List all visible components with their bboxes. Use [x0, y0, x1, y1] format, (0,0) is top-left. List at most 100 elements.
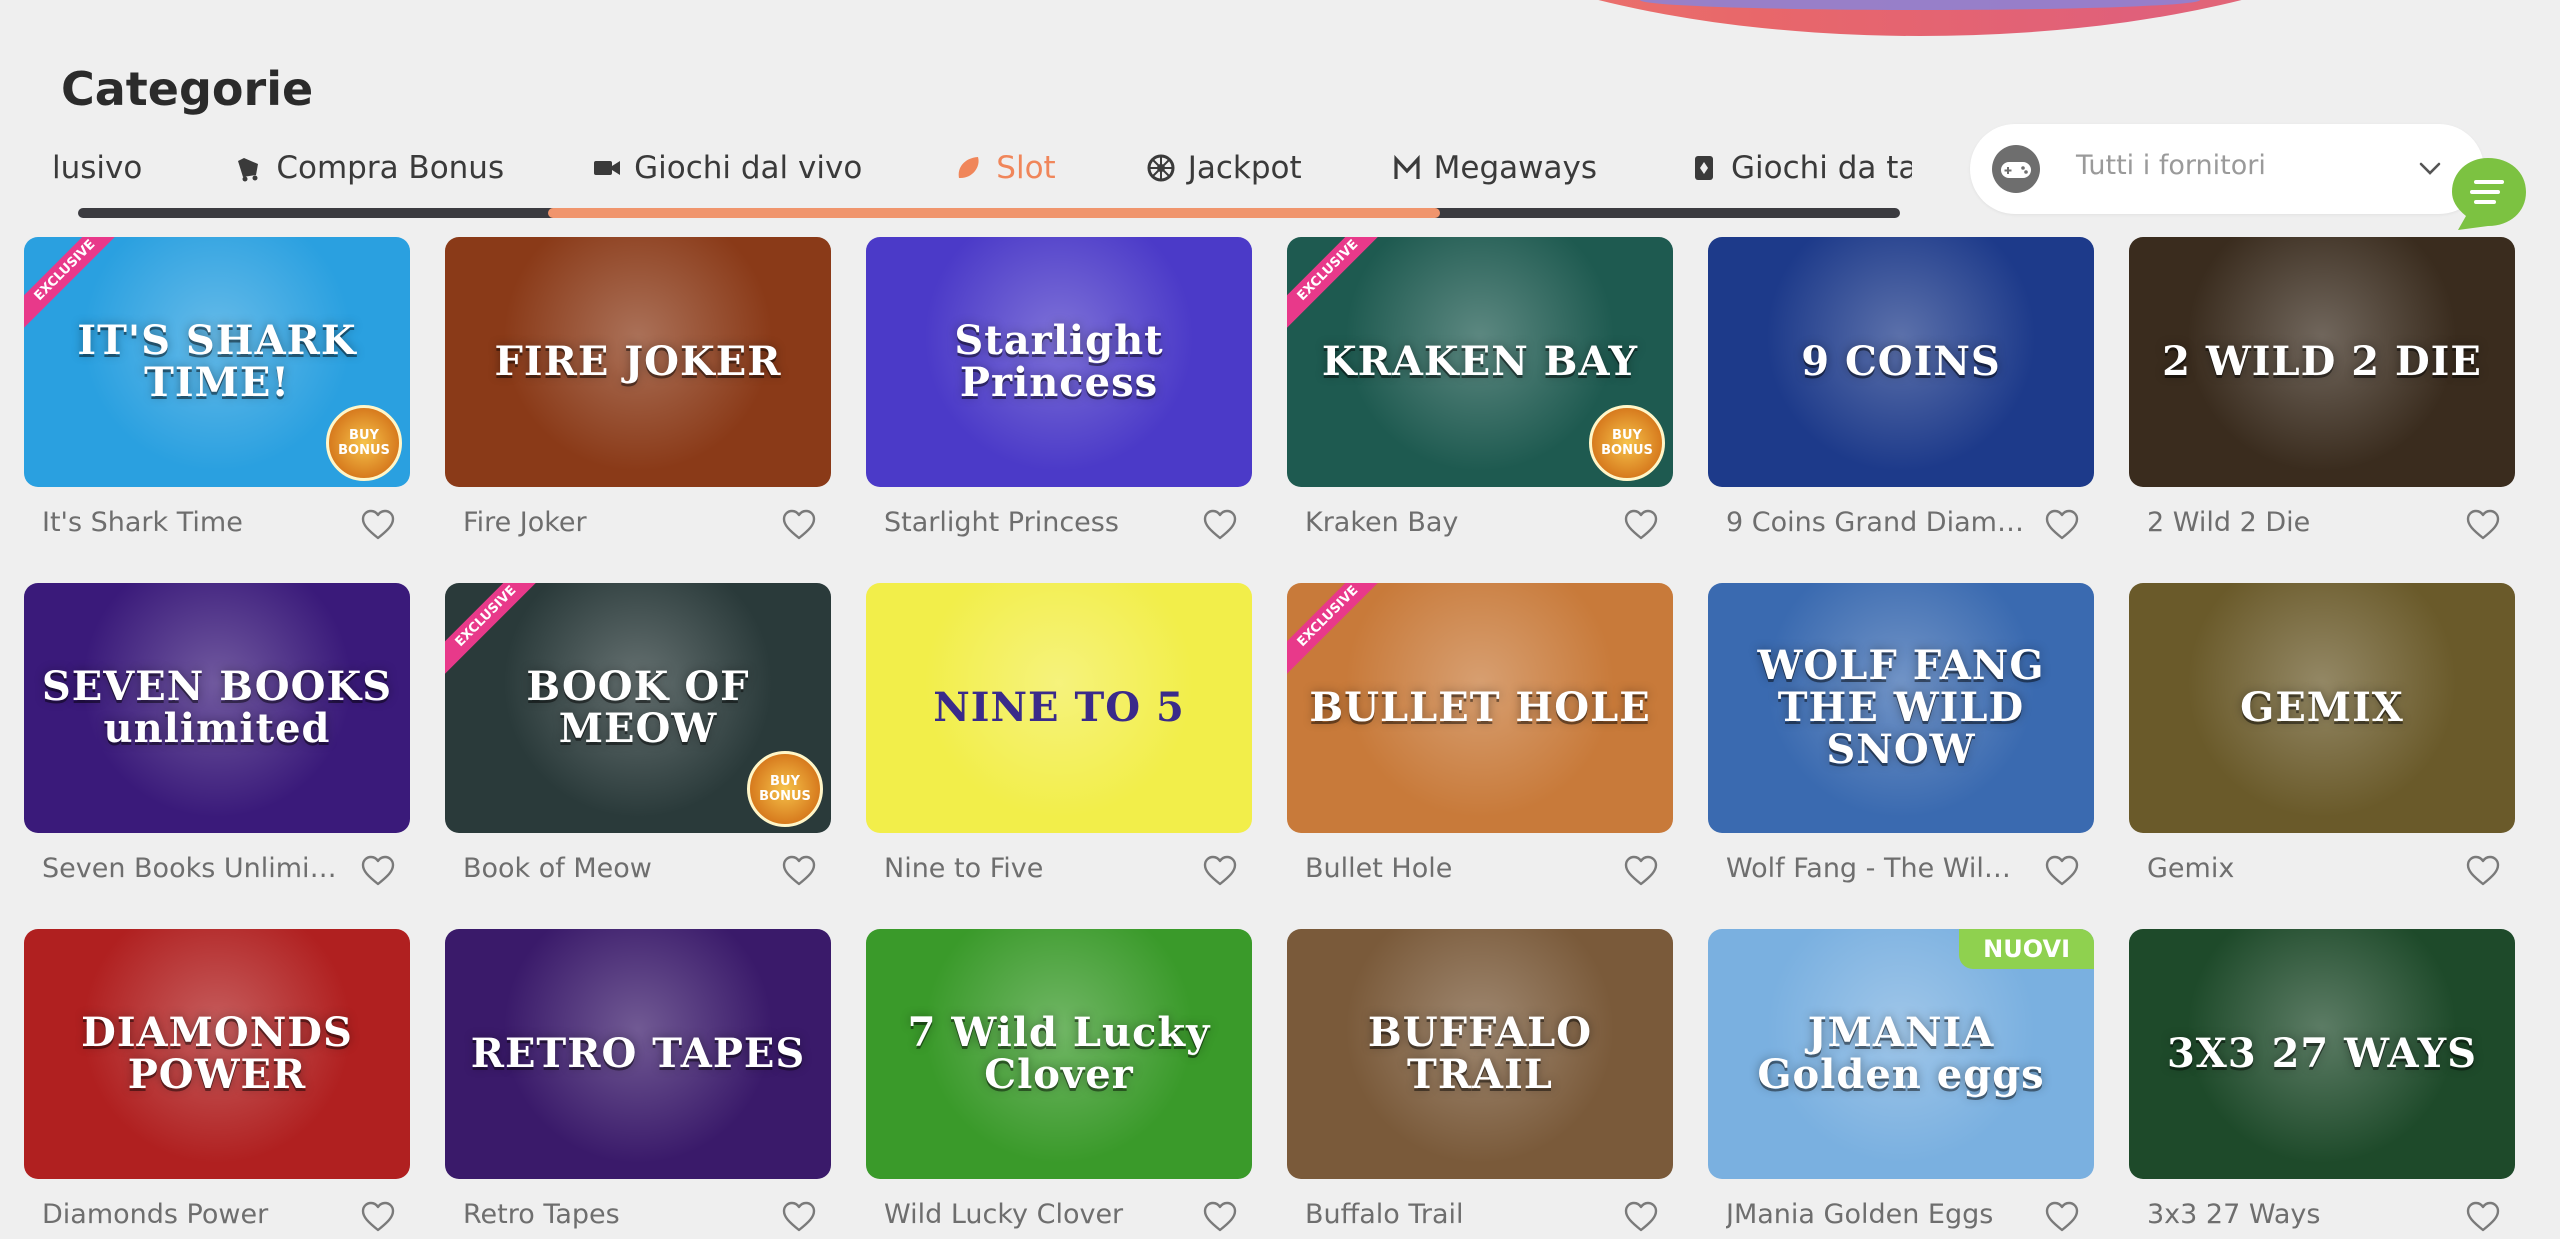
tab-label: lusivo	[52, 150, 143, 186]
game-title[interactable]: Bullet Hole	[1305, 853, 1607, 884]
chat-button[interactable]	[2448, 154, 2532, 234]
heart-icon[interactable]	[1623, 507, 1659, 543]
cherry-icon	[954, 153, 984, 183]
tab-compra-bonus[interactable]: Compra Bonus	[234, 150, 504, 186]
game-card[interactable]: BUFFALO TRAIL Buffalo Trail	[1287, 929, 1673, 1232]
heart-icon[interactable]	[781, 853, 817, 889]
heart-icon[interactable]	[781, 507, 817, 543]
game-card[interactable]: SEVEN BOOKS unlimited Seven Books Unlimit…	[24, 583, 410, 886]
game-card[interactable]: GEMIX Gemix	[2129, 583, 2515, 886]
heart-icon[interactable]	[1623, 853, 1659, 889]
heart-icon[interactable]	[2465, 507, 2501, 543]
heart-icon[interactable]	[781, 1199, 817, 1235]
tab-megaways[interactable]: Megaways	[1392, 150, 1597, 186]
game-title[interactable]: Kraken Bay	[1305, 507, 1607, 538]
tab-jackpot[interactable]: Jackpot	[1146, 150, 1302, 186]
game-thumbnail[interactable]: RETRO TAPES	[445, 929, 831, 1179]
game-card[interactable]: KRAKEN BAY EXCLUSIVE BUY BONUS Kraken Bay	[1287, 237, 1673, 540]
game-artwork-title: SEVEN BOOKS unlimited	[41, 663, 393, 752]
game-card[interactable]: IT'S SHARK TIME! EXCLUSIVE BUY BONUS It's S…	[24, 237, 410, 540]
game-thumbnail[interactable]: GEMIX	[2129, 583, 2515, 833]
game-thumbnail[interactable]: 3X3 27 WAYS	[2129, 929, 2515, 1179]
game-title[interactable]: JMania Golden Eggs	[1726, 1199, 2028, 1230]
game-artwork-title: BUFFALO TRAIL	[1367, 1009, 1593, 1098]
game-card[interactable]: JMANIA Golden eggs NUOVI JMania Golden Egg…	[1708, 929, 2094, 1232]
heart-icon[interactable]	[360, 853, 396, 889]
game-thumbnail[interactable]: 7 Wild Lucky Clover	[866, 929, 1252, 1179]
game-title[interactable]: It's Shark Time	[42, 507, 344, 538]
tab-label: Giochi da tavolo	[1730, 150, 1912, 186]
tab-lusivo[interactable]: lusivo	[52, 150, 142, 186]
game-thumbnail[interactable]: JMANIA Golden eggs NUOVI	[1708, 929, 2094, 1179]
game-artwork-title: NINE TO 5	[933, 684, 1185, 731]
heart-icon[interactable]	[2044, 853, 2080, 889]
game-thumbnail[interactable]: 9 COINS	[1708, 237, 2094, 487]
heart-icon[interactable]	[2044, 507, 2080, 543]
heart-icon[interactable]	[1202, 853, 1238, 889]
heart-icon[interactable]	[360, 507, 396, 543]
game-thumbnail[interactable]: KRAKEN BAY EXCLUSIVE BUY BONUS	[1287, 237, 1673, 487]
game-card[interactable]: BOOK OF MEOW EXCLUSIVE BUY BONUS Book of Me…	[445, 583, 831, 886]
category-tabs-track: lusivo Compra Bonus Giochi dal vivo Slot Jac…	[52, 138, 1912, 198]
game-title[interactable]: Buffalo Trail	[1305, 1199, 1607, 1230]
game-artwork-title: 7 Wild Lucky Clover	[907, 1009, 1211, 1098]
game-thumbnail[interactable]: SEVEN BOOKS unlimited	[24, 583, 410, 833]
buy-bonus-badge: BUY BONUS	[1589, 405, 1665, 481]
game-card[interactable]: 3X3 27 WAYS 3x3 27 Ways	[2129, 929, 2515, 1232]
game-card[interactable]: BULLET HOLE EXCLUSIVE Bullet Hole	[1287, 583, 1673, 886]
tabs-scrollbar-thumb[interactable]	[548, 208, 1440, 218]
game-title[interactable]: Book of Meow	[463, 853, 765, 884]
game-title[interactable]: 9 Coins Grand Diamond Edition	[1726, 507, 2028, 538]
game-card[interactable]: 2 WILD 2 DIE 2 Wild 2 Die	[2129, 237, 2515, 540]
game-card[interactable]: NINE TO 5 Nine to Five	[866, 583, 1252, 886]
heart-icon[interactable]	[360, 1199, 396, 1235]
game-title[interactable]: 2 Wild 2 Die	[2147, 507, 2449, 538]
game-title[interactable]: Retro Tapes	[463, 1199, 765, 1230]
tab-giochi-da-tavolo[interactable]: Giochi da tavolo	[1689, 150, 1912, 186]
game-thumbnail[interactable]: FIRE JOKER	[445, 237, 831, 487]
game-title[interactable]: Wild Lucky Clover	[884, 1199, 1186, 1230]
game-title[interactable]: Nine to Five	[884, 853, 1186, 884]
heart-icon[interactable]	[1623, 1199, 1659, 1235]
chat-menu-icon	[2452, 158, 2526, 230]
game-artwork-title: Starlight Princess	[954, 317, 1164, 406]
game-title[interactable]: 3x3 27 Ways	[2147, 1199, 2449, 1230]
game-card[interactable]: WOLF FANG THE WILD SNOW Wolf Fang - The W…	[1708, 583, 2094, 886]
game-title[interactable]: Seven Books Unlimited	[42, 853, 344, 884]
game-thumbnail[interactable]: BULLET HOLE EXCLUSIVE	[1287, 583, 1673, 833]
cart-icon	[234, 153, 264, 183]
game-title[interactable]: Starlight Princess	[884, 507, 1186, 538]
tab-slot[interactable]: Slot	[954, 150, 1056, 186]
heart-icon[interactable]	[2465, 1199, 2501, 1235]
heart-icon[interactable]	[1202, 1199, 1238, 1235]
game-artwork-title: GEMIX	[2240, 684, 2404, 731]
game-card[interactable]: FIRE JOKER Fire Joker	[445, 237, 831, 540]
game-card[interactable]: 9 COINS 9 Coins Grand Diamond Edition	[1708, 237, 2094, 540]
camera-icon	[592, 153, 622, 183]
game-title[interactable]: Fire Joker	[463, 507, 765, 538]
game-thumbnail[interactable]: DIAMONDS POWER	[24, 929, 410, 1179]
game-artwork-title: RETRO TAPES	[470, 1030, 806, 1077]
heart-icon[interactable]	[1202, 507, 1238, 543]
game-card[interactable]: DIAMONDS POWER Diamonds Power	[24, 929, 410, 1232]
exclusive-badge: EXCLUSIVE	[1287, 237, 1390, 332]
provider-filter-select[interactable]: Tutti i fornitori	[1970, 124, 2484, 214]
heart-icon[interactable]	[2044, 1199, 2080, 1235]
game-title[interactable]: Wolf Fang - The Wild Snow	[1726, 853, 2028, 884]
game-thumbnail[interactable]: Starlight Princess	[866, 237, 1252, 487]
game-card[interactable]: 7 Wild Lucky Clover Wild Lucky Clover	[866, 929, 1252, 1232]
game-title[interactable]: Gemix	[2147, 853, 2449, 884]
game-thumbnail[interactable]: NINE TO 5	[866, 583, 1252, 833]
game-card[interactable]: RETRO TAPES Retro Tapes	[445, 929, 831, 1232]
game-title[interactable]: Diamonds Power	[42, 1199, 344, 1230]
game-card[interactable]: Starlight Princess Starlight Princess	[866, 237, 1252, 540]
game-thumbnail[interactable]: WOLF FANG THE WILD SNOW	[1708, 583, 2094, 833]
game-thumbnail[interactable]: IT'S SHARK TIME! EXCLUSIVE BUY BONUS	[24, 237, 410, 487]
game-thumbnail[interactable]: 2 WILD 2 DIE	[2129, 237, 2515, 487]
game-artwork-title: WOLF FANG THE WILD SNOW	[1757, 642, 2045, 773]
game-thumbnail[interactable]: BUFFALO TRAIL	[1287, 929, 1673, 1179]
tabs-scrollbar[interactable]	[78, 208, 1900, 218]
heart-icon[interactable]	[2465, 853, 2501, 889]
tab-giochi-dal-vivo[interactable]: Giochi dal vivo	[592, 150, 862, 186]
game-thumbnail[interactable]: BOOK OF MEOW EXCLUSIVE BUY BONUS	[445, 583, 831, 833]
